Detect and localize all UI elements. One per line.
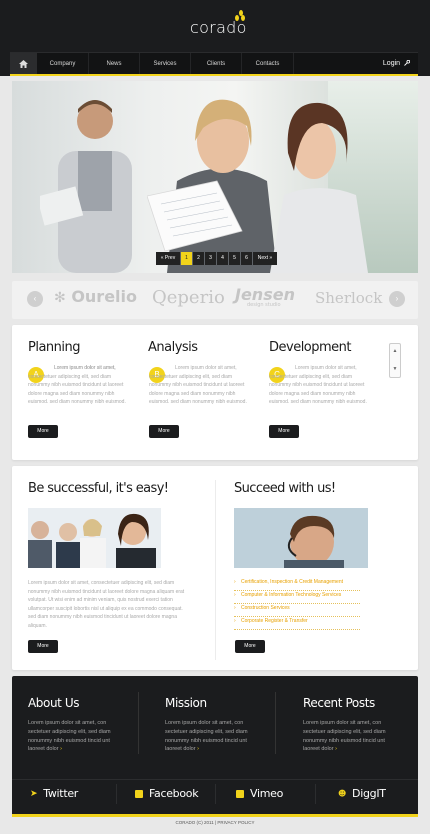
hero-slider[interactable] bbox=[12, 81, 418, 273]
service-text-analysis: Lorem ipsum dolor sit amet, consectetuer… bbox=[149, 365, 247, 405]
social-sep-1 bbox=[116, 784, 117, 804]
nav-item-company[interactable]: Company bbox=[37, 53, 89, 75]
nav-accent-bar bbox=[10, 74, 418, 76]
scroll-down-icon[interactable]: ▼ bbox=[390, 366, 400, 372]
left-column-title: Be successful, it's easy! bbox=[28, 481, 169, 496]
social-sep-3 bbox=[315, 784, 316, 804]
footer-mission-title: Mission bbox=[165, 696, 207, 710]
nav-home[interactable] bbox=[10, 53, 37, 75]
gear-icon: ✻ bbox=[54, 290, 66, 306]
pager-page-1[interactable]: 1 bbox=[181, 252, 192, 265]
footer-about-more-arrow[interactable]: › bbox=[60, 746, 62, 752]
nav-item-services[interactable]: Services bbox=[140, 53, 191, 75]
footer: About Us Lorem ipsum dolor sit amet, con… bbox=[12, 676, 418, 817]
footer-posts-title: Recent Posts bbox=[303, 696, 375, 710]
nav-item-clients[interactable]: Clients bbox=[191, 53, 242, 75]
social-vimeo-label: Vimeo bbox=[250, 787, 284, 800]
left-column-text: Lorem ipsum dolor sit amet, consectetuer… bbox=[28, 580, 185, 629]
social-vimeo[interactable]: Vimeo bbox=[236, 784, 283, 804]
service-text-planning-cont: Lorem ipsum dolor sit amet, consectetuer… bbox=[28, 365, 126, 405]
footer-social-divider bbox=[12, 779, 418, 780]
logo-mark-icon bbox=[234, 10, 246, 24]
brand-ourelio[interactable]: ✻ Ourelio bbox=[54, 287, 137, 306]
social-twitter[interactable]: ➤ Twitter bbox=[30, 784, 78, 804]
left-column-more-button[interactable]: More bbox=[28, 640, 58, 653]
link-computer-it[interactable]: Computer & Information Technology Servic… bbox=[234, 591, 360, 604]
footer-posts-more-arrow[interactable]: › bbox=[335, 746, 337, 752]
footer-divider-2 bbox=[275, 692, 276, 754]
team-photo bbox=[28, 508, 161, 568]
facebook-icon bbox=[135, 790, 143, 798]
copyright-text[interactable]: CORADO (C) 2011 | PRIVACY POLICY bbox=[0, 820, 430, 825]
service-more-button-planning[interactable]: More bbox=[28, 425, 58, 438]
twitter-icon: ➤ bbox=[30, 789, 38, 799]
footer-accent-bar bbox=[12, 814, 418, 817]
nav-item-news[interactable]: News bbox=[89, 53, 140, 75]
footer-divider-1 bbox=[138, 692, 139, 754]
pager-page-2[interactable]: 2 bbox=[193, 252, 204, 265]
nav-item-contacts[interactable]: Contacts bbox=[242, 53, 294, 75]
right-column-title: Succeed with us! bbox=[234, 481, 336, 496]
column-divider bbox=[215, 480, 216, 660]
service-more-button-development[interactable]: More bbox=[269, 425, 299, 438]
pager-page-6[interactable]: 6 bbox=[241, 252, 252, 265]
link-construction[interactable]: Construction Services bbox=[234, 604, 360, 617]
footer-posts-text: Lorem ipsum dolor sit amet, con sectetue… bbox=[303, 719, 401, 754]
social-twitter-label: Twitter bbox=[43, 787, 79, 800]
right-column-more-button[interactable]: More bbox=[235, 640, 265, 653]
footer-posts-text-body: Lorem ipsum dolor sit amet, con sectetue… bbox=[303, 720, 386, 753]
brand-sherlock[interactable]: Sherlock bbox=[315, 289, 382, 307]
footer-about-title: About Us bbox=[28, 696, 80, 710]
key-icon bbox=[404, 60, 411, 66]
brands-carousel: ‹ ✻ Ourelio Qeperio Jensen design studio… bbox=[12, 281, 418, 319]
social-facebook[interactable]: Facebook bbox=[135, 784, 199, 804]
link-certification[interactable]: Certification, Inspection & Credit Manag… bbox=[234, 578, 360, 591]
login-link[interactable]: Login bbox=[382, 53, 411, 75]
scroll-up-icon[interactable]: ▲ bbox=[390, 348, 400, 354]
footer-mission-text-body: Lorem ipsum dolor sit amet, con sectetue… bbox=[165, 720, 248, 753]
service-title-analysis: Analysis bbox=[148, 340, 198, 355]
brand-jensen[interactable]: Jensen design studio bbox=[235, 285, 295, 308]
home-icon bbox=[19, 60, 28, 68]
social-digg[interactable]: ☻ DiggIT bbox=[338, 784, 386, 804]
footer-about-text-body: Lorem ipsum dolor sit amet, con sectetue… bbox=[28, 720, 111, 753]
service-more-button-analysis[interactable]: More bbox=[149, 425, 179, 438]
hero-man-figure bbox=[40, 100, 132, 273]
vimeo-icon bbox=[236, 790, 244, 798]
social-digg-label: DiggIT bbox=[352, 787, 386, 800]
main-nav: Company News Services Clients Contacts L… bbox=[10, 52, 418, 75]
footer-mission-text: Lorem ipsum dolor sit amet, con sectetue… bbox=[165, 719, 263, 754]
brand-ourelio-label: Ourelio bbox=[71, 287, 138, 306]
hero-woman-brunette-figure bbox=[270, 102, 368, 273]
service-text-development: Lorem ipsum dolor sit amet, consectetuer… bbox=[269, 365, 367, 405]
social-sep-2 bbox=[215, 784, 216, 804]
pager-page-5[interactable]: 5 bbox=[229, 252, 240, 265]
support-photo bbox=[234, 508, 368, 568]
service-title-planning: Planning bbox=[28, 340, 81, 355]
login-label: Login bbox=[382, 60, 401, 67]
pager-next-button[interactable]: Next » bbox=[253, 252, 277, 265]
services-link-list: Certification, Inspection & Credit Manag… bbox=[234, 578, 360, 630]
pager-page-3[interactable]: 3 bbox=[205, 252, 216, 265]
link-corporate-register[interactable]: Corporate Register & Transfer bbox=[234, 617, 360, 630]
footer-mission-more-arrow[interactable]: › bbox=[197, 746, 199, 752]
pager-page-4[interactable]: 4 bbox=[217, 252, 228, 265]
chevron-left-icon[interactable]: ‹ bbox=[27, 291, 43, 307]
chevron-right-icon[interactable]: › bbox=[389, 291, 405, 307]
social-facebook-label: Facebook bbox=[149, 787, 199, 800]
brand-qeperio[interactable]: Qeperio bbox=[152, 287, 225, 308]
footer-about-text: Lorem ipsum dolor sit amet, con sectetue… bbox=[28, 719, 126, 754]
digg-icon: ☻ bbox=[338, 789, 347, 798]
hero-pager: « Prev 1 2 3 4 5 6 Next » bbox=[156, 252, 277, 266]
pager-prev-button[interactable]: « Prev bbox=[156, 252, 180, 265]
services-scrollbar[interactable]: ▲ ▼ bbox=[389, 343, 401, 378]
service-title-development: Development bbox=[269, 340, 352, 355]
